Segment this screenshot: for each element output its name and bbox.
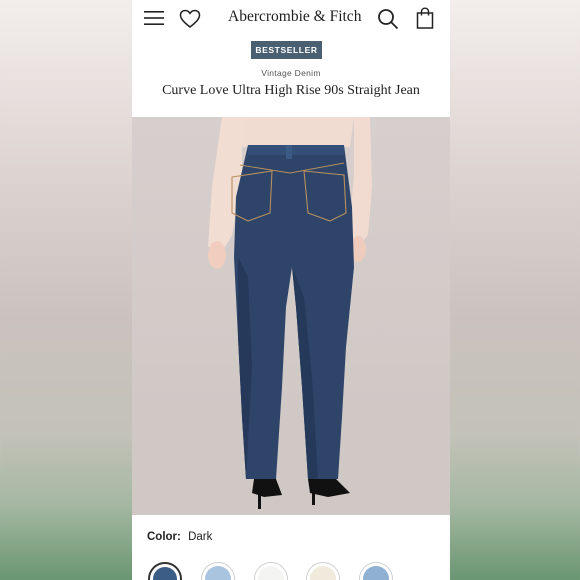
color-swatch-white[interactable] bbox=[254, 562, 288, 580]
bestseller-badge: BESTSELLER bbox=[251, 41, 322, 59]
color-swatch-dark[interactable] bbox=[148, 562, 182, 580]
top-navigation-bar: Abercrombie & Fitch bbox=[132, 0, 450, 38]
color-label: Color: bbox=[147, 531, 181, 543]
product-photo-illustration bbox=[132, 117, 450, 515]
color-swatch-light-blue[interactable] bbox=[201, 562, 235, 580]
color-swatch-medium-blue[interactable] bbox=[359, 562, 393, 580]
swatch-fill bbox=[153, 567, 177, 580]
product-image[interactable] bbox=[132, 117, 450, 515]
swatch-fill bbox=[258, 566, 284, 580]
background-blur-right bbox=[450, 0, 580, 580]
product-title: Curve Love Ultra High Rise 90s Straight … bbox=[162, 83, 420, 98]
swatch-fill bbox=[363, 566, 389, 580]
brand-logo[interactable]: Abercrombie & Fitch bbox=[228, 8, 361, 26]
search-icon[interactable] bbox=[377, 8, 399, 30]
swatch-fill bbox=[205, 566, 231, 580]
swatch-fill bbox=[310, 566, 336, 580]
background-blur-left bbox=[0, 0, 132, 580]
product-page: Abercrombie & Fitch BESTSELLER Vintage D… bbox=[132, 0, 450, 580]
heart-icon[interactable] bbox=[179, 9, 201, 29]
color-selected-value: Dark bbox=[188, 531, 213, 543]
product-category: Vintage Denim bbox=[261, 68, 321, 78]
color-swatch-cream[interactable] bbox=[306, 562, 340, 580]
color-selector-label: Color: Dark bbox=[147, 531, 212, 543]
shopping-bag-icon[interactable] bbox=[416, 7, 434, 29]
menu-icon[interactable] bbox=[144, 10, 164, 26]
